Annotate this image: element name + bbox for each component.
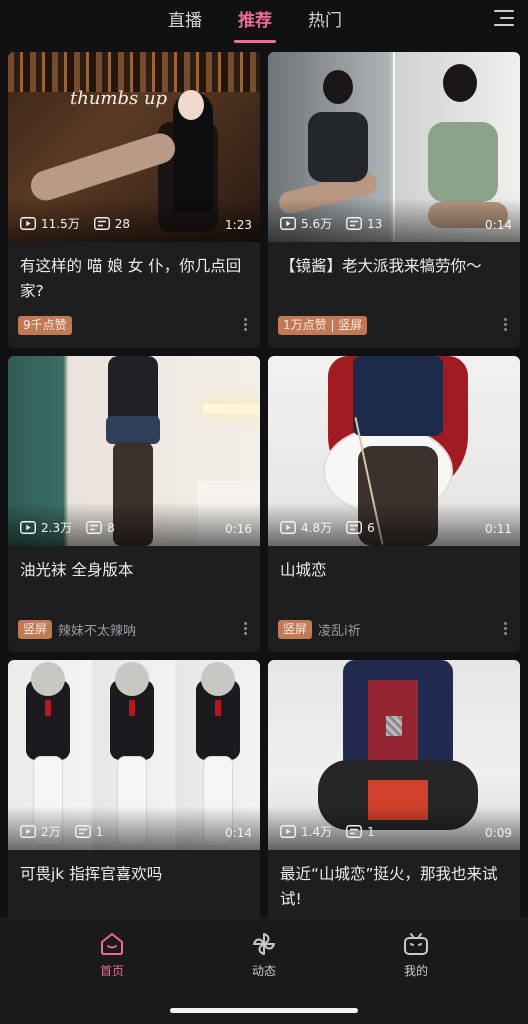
danmaku-count-icon — [86, 521, 103, 534]
video-meta: 1万点赞 | 竖屏 — [278, 316, 368, 335]
danmaku-count: 1 — [95, 824, 104, 839]
nav-mine[interactable]: 我的 — [376, 931, 456, 979]
video-stats: 11.5万 28 — [20, 215, 144, 232]
vertical-badge: 竖屏 — [18, 620, 53, 639]
danmaku-count: 6 — [367, 520, 375, 535]
video-title[interactable]: 【镜酱】老大派我来犒劳你～ — [280, 254, 508, 306]
video-title[interactable]: 可畏jk 指挥官喜欢吗 — [20, 862, 248, 914]
video-title[interactable]: 最近“山城恋”挺火，那我也来试试! — [280, 862, 508, 914]
hamburger-menu-icon[interactable] — [494, 10, 514, 30]
play-count-icon — [280, 521, 296, 534]
video-stats: 5.6万 13 — [280, 215, 396, 232]
tab-popular[interactable]: 热门 — [308, 8, 342, 34]
vertical-badge: 竖屏 — [278, 620, 313, 639]
video-stats: 1.4万 1 — [280, 823, 389, 840]
play-count: 2.3万 — [41, 521, 73, 535]
like-badge: 9千点赞 — [18, 316, 72, 335]
nav-dynamic[interactable]: 动态 — [224, 931, 304, 979]
video-title[interactable]: 油光袜 全身版本 — [20, 558, 248, 610]
tv-face-icon — [404, 933, 428, 955]
like-badge: 1万点赞 | 竖屏 — [278, 316, 368, 335]
danmaku-count-icon — [93, 217, 110, 230]
play-count: 2万 — [41, 825, 61, 839]
video-card[interactable]: 5.6万 13 0:14 【镜酱】老大派我来犒劳你～ 1万点赞 | 竖屏 — [268, 52, 520, 348]
video-stats: 4.8万 6 — [280, 519, 389, 536]
play-count-icon — [20, 521, 36, 534]
thumbnail-overlay-text: thumbs up — [70, 88, 168, 109]
video-thumbnail[interactable]: 4.8万 6 0:11 — [268, 356, 520, 546]
danmaku-count-icon — [346, 217, 363, 230]
channel-tabs: 直播 推荐 热门 — [168, 8, 342, 43]
video-thumbnail[interactable]: 2.3万 8 0:16 — [8, 356, 260, 546]
danmaku-count-icon — [74, 825, 91, 838]
play-count-icon — [20, 825, 36, 838]
video-feed[interactable]: thumbs up 11.5万 28 1:23 有这样的 喵 娘 女 仆，你几点… — [8, 52, 520, 918]
play-count-icon — [280, 217, 296, 230]
nav-home[interactable]: 首页 — [72, 931, 152, 979]
video-grid: thumbs up 11.5万 28 1:23 有这样的 喵 娘 女 仆，你几点… — [8, 52, 520, 918]
play-count: 11.5万 — [41, 217, 80, 231]
tab-live[interactable]: 直播 — [168, 8, 202, 34]
pinwheel-icon — [253, 933, 275, 955]
video-meta: 竖屏 辣妹不太辣呐 — [18, 620, 136, 639]
video-thumbnail[interactable]: thumbs up 11.5万 28 1:23 — [8, 52, 260, 242]
video-title[interactable]: 有这样的 喵 娘 女 仆，你几点回家? — [20, 254, 248, 306]
video-card[interactable]: 4.8万 6 0:11 山城恋 竖屏 凌乱i祈 — [268, 356, 520, 652]
uploader-name[interactable]: 凌乱i祈 — [318, 620, 361, 639]
play-count: 1.4万 — [301, 825, 333, 839]
more-options-icon[interactable] — [504, 622, 508, 636]
video-thumbnail[interactable]: 1.4万 1 0:09 — [268, 660, 520, 850]
video-thumbnail[interactable]: 2万 1 0:14 — [8, 660, 260, 850]
video-meta: 9千点赞 — [18, 316, 72, 335]
uploader-name[interactable]: 辣妹不太辣呐 — [58, 620, 136, 639]
play-count-icon — [20, 217, 36, 230]
home-indicator-bar[interactable] — [170, 1008, 358, 1013]
video-title[interactable]: 山城恋 — [280, 558, 508, 610]
video-card[interactable]: 1.4万 1 0:09 最近“山城恋”挺火，那我也来试试! — [268, 660, 520, 918]
play-count: 4.8万 — [301, 521, 333, 535]
video-duration: 0:09 — [485, 826, 512, 840]
more-options-icon[interactable] — [244, 318, 248, 332]
video-stats: 2万 1 — [20, 823, 117, 840]
video-card[interactable]: thumbs up 11.5万 28 1:23 有这样的 喵 娘 女 仆，你几点… — [8, 52, 260, 348]
more-options-icon[interactable] — [244, 622, 248, 636]
video-thumbnail[interactable]: 5.6万 13 0:14 — [268, 52, 520, 242]
danmaku-count: 28 — [114, 216, 131, 231]
video-duration: 1:23 — [225, 218, 252, 232]
danmaku-count: 8 — [107, 520, 115, 535]
top-tab-bar: 直播 推荐 热门 — [0, 0, 528, 46]
video-card[interactable]: 2.3万 8 0:16 油光袜 全身版本 竖屏 辣妹不太辣呐 — [8, 356, 260, 652]
video-duration: 0:14 — [225, 826, 252, 840]
play-count: 5.6万 — [301, 217, 333, 231]
home-tv-icon — [101, 933, 123, 955]
video-meta: 竖屏 凌乱i祈 — [278, 620, 361, 639]
video-duration: 0:14 — [485, 218, 512, 232]
tab-recommended[interactable]: 推荐 — [234, 8, 276, 43]
more-options-icon[interactable] — [504, 318, 508, 332]
danmaku-count: 1 — [367, 824, 375, 839]
video-stats: 2.3万 8 — [20, 519, 129, 536]
video-card[interactable]: 2万 1 0:14 可畏jk 指挥官喜欢吗 — [8, 660, 260, 918]
video-duration: 0:16 — [225, 522, 252, 536]
danmaku-count-icon — [346, 521, 363, 534]
danmaku-count-icon — [346, 825, 363, 838]
video-duration: 0:11 — [485, 522, 512, 536]
nav-home-label: 首页 — [99, 964, 124, 978]
play-count-icon — [280, 825, 296, 838]
danmaku-count: 13 — [367, 216, 383, 231]
nav-dynamic-label: 动态 — [251, 964, 276, 978]
nav-mine-label: 我的 — [403, 964, 428, 978]
